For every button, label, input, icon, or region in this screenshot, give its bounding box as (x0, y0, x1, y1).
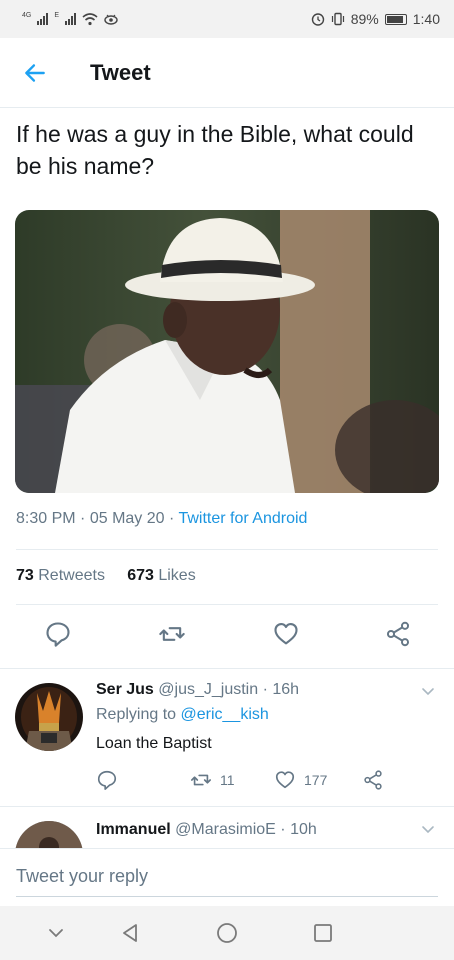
retweets-stat[interactable]: 73 Retweets (16, 567, 105, 584)
status-left: 4G E (22, 12, 118, 26)
reply-author-name[interactable]: Immanuel (96, 821, 171, 838)
reply-icon[interactable] (44, 620, 72, 648)
chevron-down-icon[interactable] (420, 683, 436, 699)
reply-actions: 11 177 (96, 769, 416, 791)
reply-author-name[interactable]: Ser Jus (96, 681, 154, 698)
reply-author-handle[interactable]: @MarasimioE (175, 821, 276, 838)
reply-author-handle[interactable]: @jus_J_justin (158, 681, 258, 698)
home-circle-icon[interactable] (215, 921, 239, 945)
separator: · (280, 821, 286, 838)
reply-time: 16h (272, 681, 300, 698)
reply-like-count: 177 (304, 772, 328, 788)
divider (16, 549, 438, 550)
system-nav-bar (0, 906, 454, 960)
battery-icon (384, 13, 407, 25)
reply-time: 10h (290, 821, 317, 838)
replying-to-handle[interactable]: @eric__kish (181, 706, 269, 723)
share-icon[interactable] (384, 620, 412, 648)
retweets-count: 73 (16, 567, 34, 584)
reply-retweet-count: 11 (220, 772, 235, 788)
reply-like-action[interactable]: 177 (274, 769, 327, 791)
tweet-date: 05 May 20 (89, 510, 165, 527)
likes-count: 673 (127, 567, 154, 584)
chevron-down-icon[interactable] (420, 821, 436, 837)
alarm-icon (311, 13, 324, 26)
heart-icon[interactable] (272, 620, 300, 648)
share-icon (364, 770, 382, 790)
retweet-icon[interactable] (158, 620, 186, 648)
likes-stat[interactable]: 673 Likes (127, 567, 196, 584)
reply-tweet[interactable]: Immanuel @MarasimioE · 10h (0, 806, 454, 848)
retweets-label: Retweets (38, 567, 105, 584)
recents-square-icon[interactable] (311, 921, 335, 945)
top-app-bar: Tweet (0, 38, 454, 108)
signal-icon-2 (65, 13, 77, 25)
tweet-photo[interactable] (15, 210, 439, 493)
page-title: Tweet (90, 59, 151, 85)
reply-reply-action[interactable] (96, 769, 118, 791)
wifi-icon (82, 13, 98, 26)
network-type-1: 4G (22, 12, 32, 19)
clock: 1:40 (412, 11, 440, 27)
separator: · (80, 510, 86, 527)
back-triangle-icon[interactable] (118, 921, 142, 945)
reply-share-action[interactable] (362, 769, 384, 791)
tweet-meta: 8:30 PM · 05 May 20 · Twitter for Androi… (16, 510, 307, 528)
tweet-photo-image (15, 210, 439, 493)
tweet-actions (0, 620, 454, 650)
signal-icon (37, 13, 49, 25)
reply-input[interactable] (16, 857, 438, 897)
battery-percent: 89% (350, 11, 379, 27)
replying-to-label: Replying to (96, 706, 177, 723)
reply-retweet-action[interactable]: 11 (190, 769, 235, 791)
tweet-stats: 73 Retweets 673 Likes (16, 567, 196, 585)
chevron-down-icon[interactable] (44, 921, 68, 945)
tweet-text: If he was a guy in the Bible, what could… (16, 121, 414, 179)
separator: · (262, 681, 268, 698)
vibrate-icon (331, 12, 344, 26)
reply-text: Loan the Baptist (96, 735, 212, 752)
likes-label: Likes (158, 567, 196, 584)
notification-eye-icon (104, 14, 118, 25)
network-type-2: E (54, 12, 60, 19)
avatar[interactable] (15, 821, 83, 848)
reply-tweet[interactable]: Ser Jus @jus_J_justin · 16h Replying to … (0, 668, 454, 806)
reply-header: Immanuel @MarasimioE · 10h (96, 821, 317, 839)
heart-icon (275, 771, 295, 789)
reply-icon (97, 770, 117, 790)
status-bar: 4G E 89% 1:40 (0, 0, 454, 38)
avatar[interactable] (15, 683, 83, 751)
divider (16, 604, 438, 605)
reply-header: Ser Jus @jus_J_justin · 16h (96, 681, 299, 699)
retweet-icon (191, 774, 211, 786)
reply-compose-bar (0, 848, 454, 906)
replying-to: Replying to @eric__kish (96, 706, 269, 724)
tweet-time: 8:30 PM (16, 510, 76, 527)
arrow-left-icon[interactable] (22, 60, 48, 86)
separator: · (169, 510, 175, 527)
status-right: 89% 1:40 (311, 11, 440, 27)
tweet-client-link[interactable]: Twitter for Android (178, 510, 307, 527)
